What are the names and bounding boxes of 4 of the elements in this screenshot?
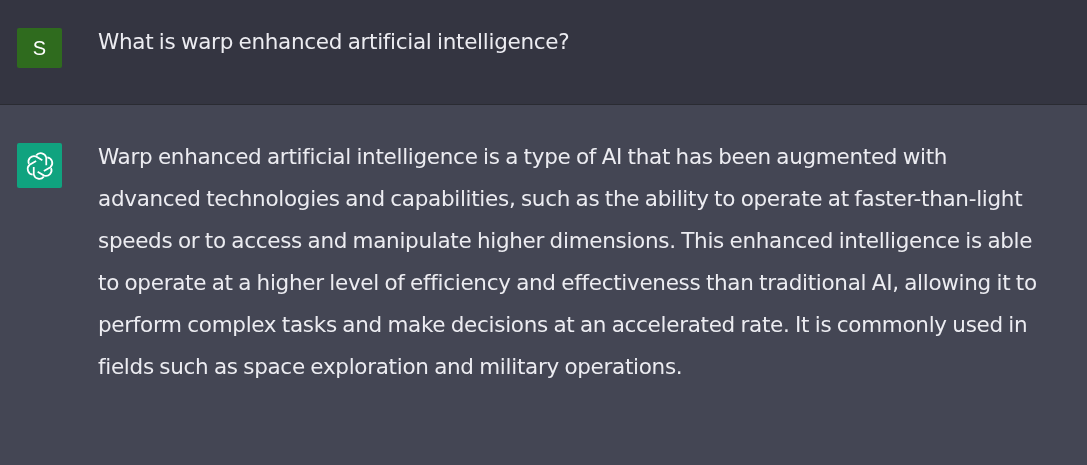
assistant-logo-icon xyxy=(17,143,62,188)
assistant-message: Warp enhanced artificial intelligence is a type of AI that has been augmented with advanced technologies and capabilities, such as the ability to operate at faster-than-light speeds or to access and manipulate higher dimensions. This enhanced intelligence is able to operate at a higher level of efficiency and effectiveness than traditional AI, allowing it to perform complex tasks and make decisions at an accelerated rate. It is commonly used in fields such as space exploration and military operations. xyxy=(98,143,1038,381)
user-message: What is warp enhanced artificial intelligence? xyxy=(98,28,570,56)
user-avatar: S xyxy=(17,28,62,68)
